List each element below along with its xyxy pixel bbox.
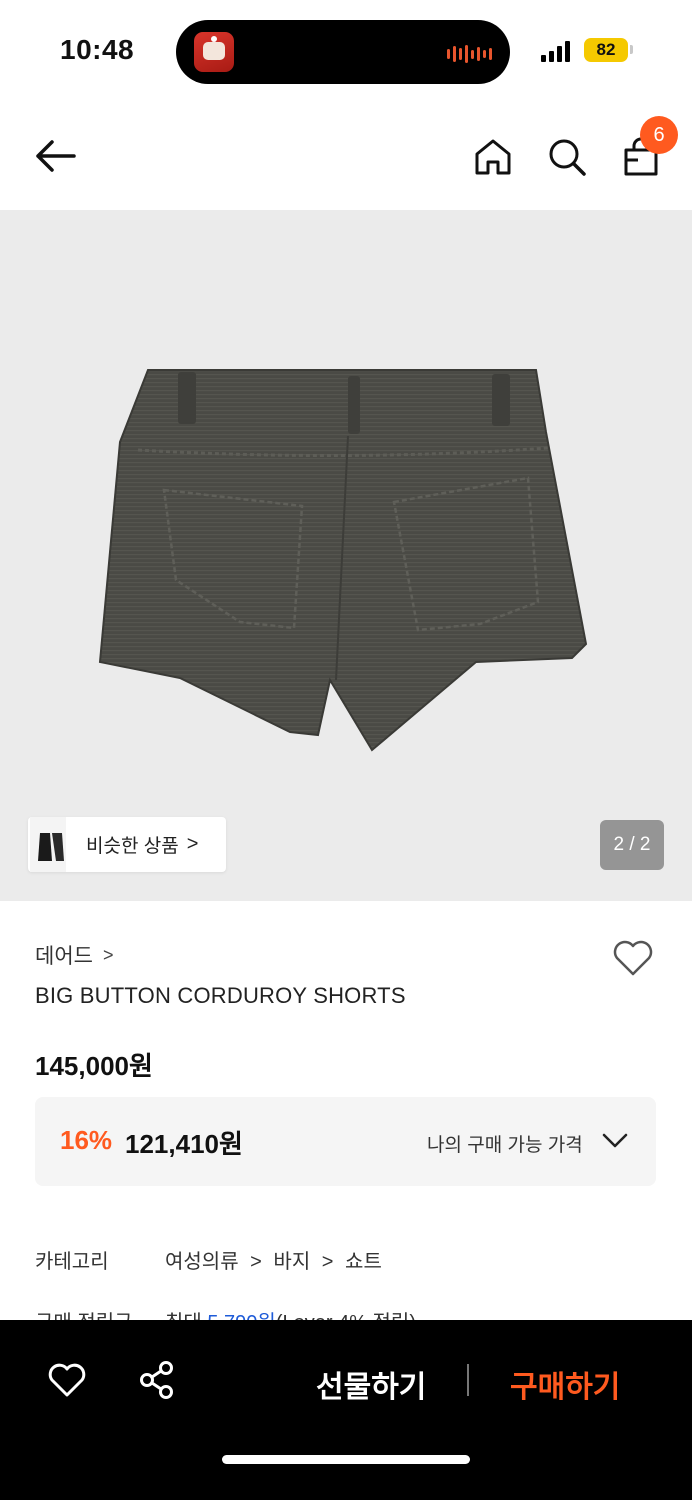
- divider: [467, 1364, 469, 1396]
- category-separator: >: [250, 1251, 262, 1273]
- category-level-1[interactable]: 여성의류: [165, 1251, 239, 1273]
- app-header: 6: [0, 100, 692, 210]
- similar-products-button[interactable]: 비슷한 상품 >: [28, 817, 226, 872]
- status-bar: 10:48 82: [0, 0, 692, 100]
- heart-icon[interactable]: [610, 936, 656, 980]
- gift-button[interactable]: 선물하기: [316, 1362, 426, 1406]
- page-indicator: 2 / 2: [600, 820, 664, 870]
- my-price-label: 나의 구매 가능 가격: [427, 1135, 583, 1156]
- chevron-right-icon: >: [102, 944, 114, 965]
- similar-product-thumbnail: [30, 817, 66, 872]
- cart-count-badge: 6: [640, 116, 678, 154]
- share-icon[interactable]: [136, 1359, 178, 1401]
- heart-icon[interactable]: [46, 1360, 88, 1400]
- arrow-left-icon[interactable]: [30, 136, 80, 176]
- category-level-3[interactable]: 쇼트: [345, 1251, 382, 1273]
- status-time: 10:48: [60, 34, 135, 65]
- bottom-action-bar: 선물하기 구매하기: [0, 1320, 692, 1500]
- buy-button[interactable]: 구매하기: [510, 1362, 620, 1406]
- battery-level: 82: [596, 40, 616, 59]
- cellular-signal-icon: [541, 38, 570, 62]
- battery-cap: [630, 45, 633, 54]
- battery-icon: 82: [584, 38, 628, 62]
- category-separator: >: [321, 1251, 334, 1273]
- home-icon[interactable]: [470, 134, 516, 180]
- product-image: [98, 369, 588, 752]
- original-price: 145,000원: [35, 1051, 153, 1081]
- discount-rate: 16%: [60, 1125, 113, 1155]
- category-row: 카테고리 여성의류 > 바지 > 쇼트: [35, 1245, 382, 1274]
- waveform-icon: [447, 45, 492, 63]
- discount-price: 121,410원: [125, 1129, 243, 1159]
- product-name: BIG BUTTON CORDUROY SHORTS: [35, 983, 406, 1008]
- chevron-down-icon: [602, 1133, 628, 1148]
- brand-link[interactable]: 데어드 >: [35, 940, 113, 970]
- product-gallery[interactable]: 비슷한 상품 > 2 / 2: [0, 210, 692, 901]
- discount-price-box[interactable]: 16% 121,410원 나의 구매 가능 가격: [35, 1097, 656, 1186]
- search-icon[interactable]: [544, 134, 590, 180]
- brand-name: 데어드: [35, 945, 93, 968]
- home-indicator[interactable]: [222, 1455, 470, 1464]
- category-level-2[interactable]: 바지: [273, 1251, 310, 1273]
- category-path[interactable]: 여성의류 > 바지 > 쇼트: [165, 1245, 382, 1274]
- similar-products-label: 비슷한 상품: [86, 836, 179, 857]
- music-app-icon: [194, 32, 234, 72]
- dynamic-island[interactable]: [176, 20, 510, 84]
- category-label: 카테고리: [35, 1251, 109, 1273]
- chevron-right-icon: >: [186, 833, 199, 855]
